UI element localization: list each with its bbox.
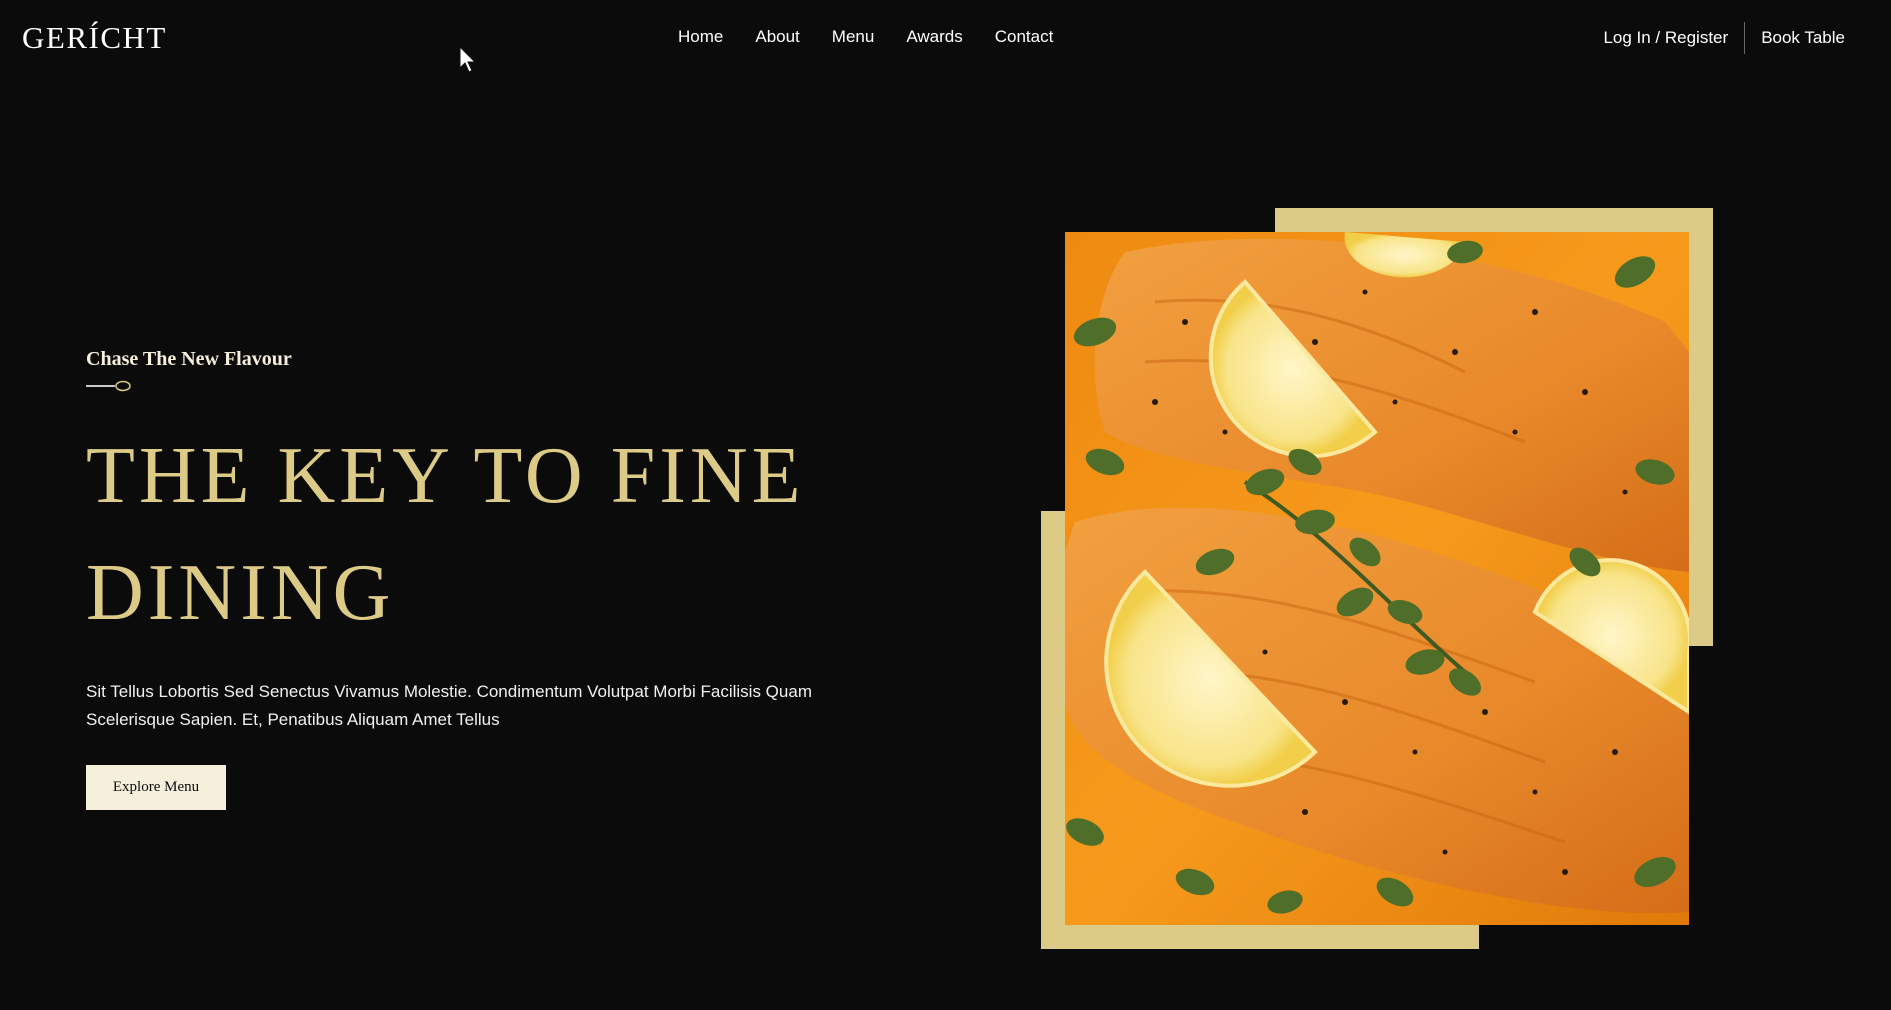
nav-links: Home About Menu Awards Contact	[678, 27, 1053, 47]
salmon-dish-image	[1065, 232, 1689, 925]
nav-link-home[interactable]: Home	[678, 27, 723, 47]
login-register-link[interactable]: Log In / Register	[1603, 28, 1728, 48]
nav-link-about[interactable]: About	[755, 27, 799, 47]
book-table-link[interactable]: Book Table	[1761, 28, 1845, 48]
navbar: GERÍCHT Home About Menu Awards Contact L…	[0, 0, 1891, 80]
hero-description: Sit Tellus Lobortis Sed Senectus Vivamus…	[86, 682, 812, 729]
nav-link-awards[interactable]: Awards	[906, 27, 962, 47]
nav-actions: Log In / Register Book Table	[1603, 22, 1845, 54]
explore-menu-button[interactable]: Explore Menu	[86, 765, 226, 810]
spoon-icon	[86, 380, 131, 392]
brand-logo[interactable]: GERÍCHT	[22, 20, 167, 56]
hero-subtitle: Chase The New Flavour	[86, 348, 292, 370]
nav-link-contact[interactable]: Contact	[995, 27, 1054, 47]
nav-divider	[1744, 22, 1746, 54]
nav-link-menu[interactable]: Menu	[832, 27, 875, 47]
hero-title: THE KEY TO FINE DINING	[86, 432, 805, 637]
mouse-pointer-icon	[459, 46, 477, 73]
